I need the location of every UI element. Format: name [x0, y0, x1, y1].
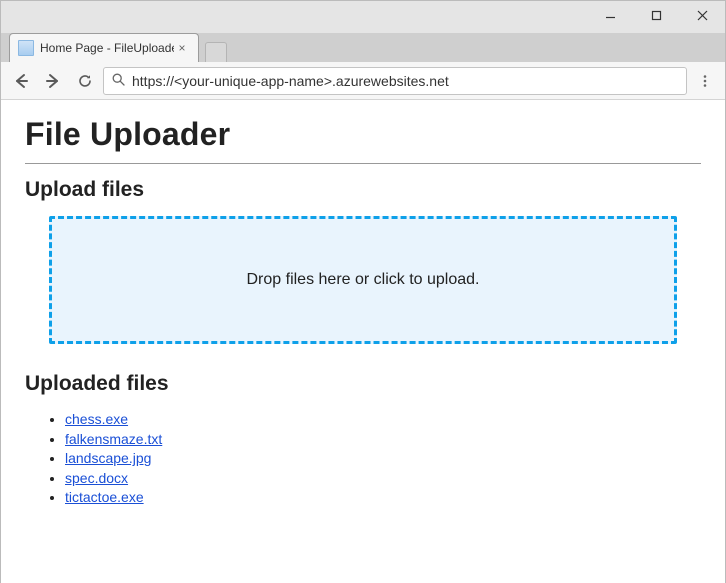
list-item: tictactoe.exe — [65, 488, 701, 508]
upload-heading: Upload files — [25, 178, 701, 202]
close-icon — [697, 10, 708, 21]
page-favicon-icon — [18, 40, 34, 56]
browser-toolbar: https://<your-unique-app-name>.azurewebs… — [1, 62, 725, 100]
address-url: https://<your-unique-app-name>.azurewebs… — [132, 73, 678, 89]
browser-menu-button[interactable] — [691, 67, 719, 95]
list-item: landscape.jpg — [65, 449, 701, 469]
tab-close-button[interactable]: × — [174, 41, 190, 55]
minimize-icon — [605, 12, 616, 23]
uploaded-heading: Uploaded files — [25, 372, 701, 396]
uploaded-file-list: chess.exe falkensmaze.txt landscape.jpg … — [25, 410, 701, 508]
list-item: falkensmaze.txt — [65, 430, 701, 450]
arrow-right-icon — [44, 72, 62, 90]
dropzone-text: Drop files here or click to upload. — [247, 271, 480, 289]
file-link[interactable]: falkensmaze.txt — [65, 431, 162, 447]
browser-tabstrip: Home Page - FileUploade × — [1, 33, 725, 62]
kebab-menu-icon — [698, 74, 712, 88]
search-icon — [112, 73, 125, 89]
browser-tab-title: Home Page - FileUploade — [40, 41, 174, 55]
divider — [25, 163, 701, 164]
file-link[interactable]: landscape.jpg — [65, 450, 151, 466]
window-titlebar — [1, 1, 725, 33]
list-item: spec.docx — [65, 469, 701, 489]
page-title: File Uploader — [25, 116, 701, 153]
file-link[interactable]: tictactoe.exe — [65, 489, 144, 505]
list-item: chess.exe — [65, 410, 701, 430]
nav-back-button[interactable] — [7, 67, 35, 95]
window-close-button[interactable] — [679, 1, 725, 29]
window-minimize-button[interactable] — [587, 1, 633, 29]
arrow-left-icon — [12, 72, 30, 90]
maximize-icon — [651, 10, 662, 21]
reload-icon — [77, 73, 93, 89]
file-link[interactable]: spec.docx — [65, 470, 128, 486]
page-content: File Uploader Upload files Drop files he… — [1, 100, 725, 532]
address-bar[interactable]: https://<your-unique-app-name>.azurewebs… — [103, 67, 687, 95]
new-tab-button[interactable] — [205, 42, 227, 62]
nav-reload-button[interactable] — [71, 67, 99, 95]
window-maximize-button[interactable] — [633, 1, 679, 29]
nav-forward-button[interactable] — [39, 67, 67, 95]
upload-dropzone[interactable]: Drop files here or click to upload. — [49, 216, 677, 344]
browser-tab-active[interactable]: Home Page - FileUploade × — [9, 33, 199, 62]
file-link[interactable]: chess.exe — [65, 411, 128, 427]
